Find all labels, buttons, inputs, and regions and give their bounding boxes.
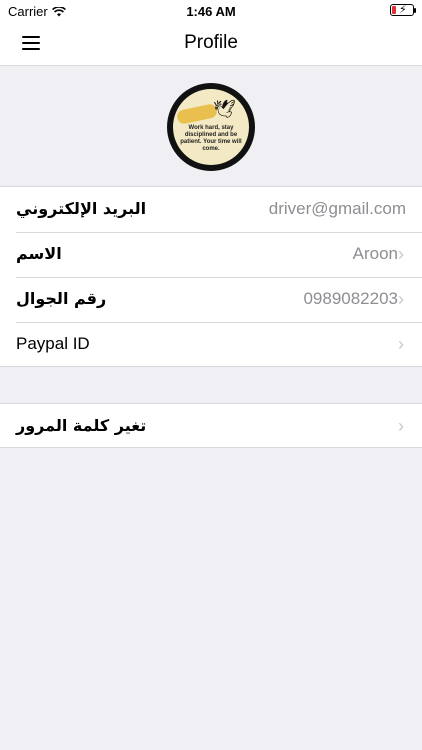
hand-graphic [175,102,219,126]
avatar-quote: Work hard, stay disciplined and be patie… [180,125,242,152]
profile-details-group: البريد الإلكتروني driver@gmail.com الاسم… [0,186,422,367]
chevron-right-icon: › [398,334,404,354]
phone-label: رقم الجوال [16,289,107,308]
email-value: driver@gmail.com [268,199,406,218]
name-label: الاسم [16,244,62,263]
paypal-row[interactable]: Paypal ID › [0,322,422,367]
name-value: Aroon [352,244,398,263]
email-row[interactable]: البريد الإلكتروني driver@gmail.com [0,187,422,232]
change-password-row[interactable]: تغير كلمة المرور › [0,404,422,449]
bird-icon: 🕊 [213,99,236,119]
password-group: تغير كلمة المرور › [0,403,422,448]
paypal-label: Paypal ID [16,334,90,353]
page-title: Profile [184,32,238,53]
chevron-right-icon: › [398,289,404,309]
avatar-image: 🕊 Work hard, stay disciplined and be pat… [173,89,249,165]
status-time: 1:46 AM [186,4,236,19]
name-row[interactable]: الاسم Aroon › [0,232,422,277]
phone-value: 0989082203 [303,289,398,308]
navigation-bar: Profile [0,22,422,66]
avatar[interactable]: 🕊 Work hard, stay disciplined and be pat… [167,83,255,171]
battery-icon: ⚡ [390,4,416,16]
email-label: البريد الإلكتروني [16,199,147,218]
change-password-label: تغير كلمة المرور [16,416,147,435]
phone-row[interactable]: رقم الجوال 0989082203 › [0,277,422,322]
avatar-section: 🕊 Work hard, stay disciplined and be pat… [0,66,422,186]
chevron-right-icon: › [398,416,404,436]
chevron-right-icon: › [398,244,404,264]
status-bar: Carrier 1:46 AM ⚡ [0,0,422,22]
